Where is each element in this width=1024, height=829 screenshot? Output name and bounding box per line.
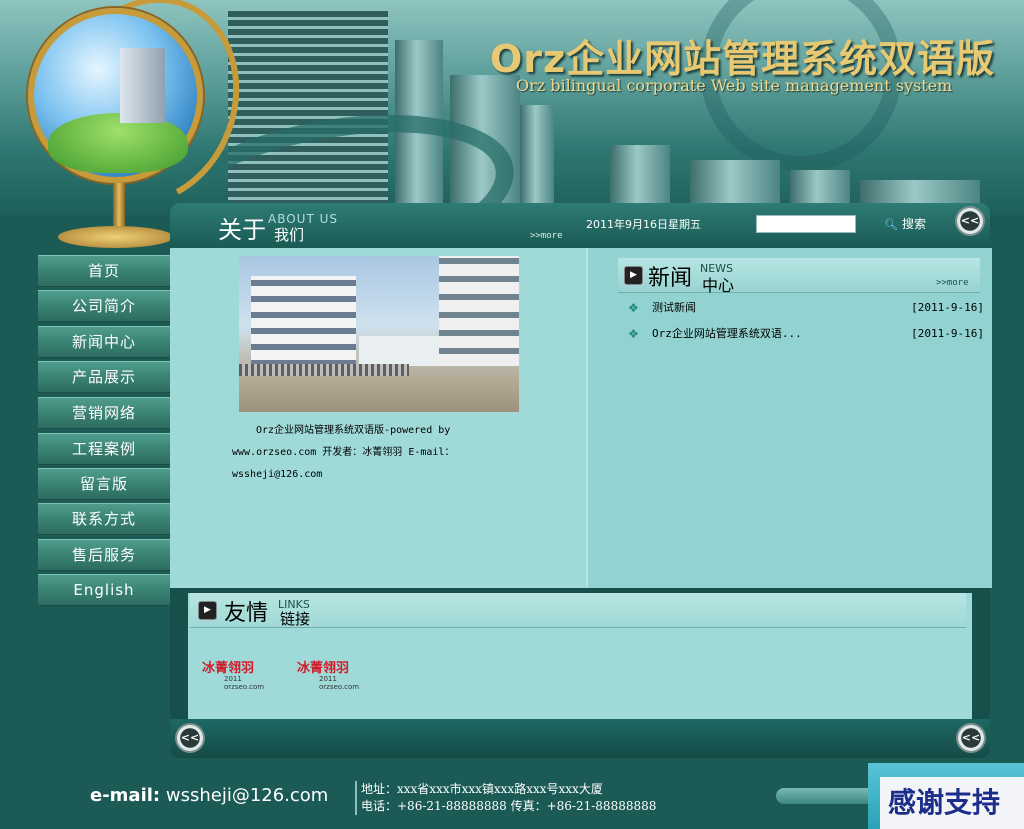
- nav-item-service[interactable]: 售后服务: [38, 538, 170, 571]
- news-item[interactable]: ❖ Orz企业网站管理系统双语... [2011-9-16]: [628, 324, 984, 350]
- search-icon: 🔍︎: [884, 218, 898, 231]
- links-header: ▶ 友情 LINKS 链接: [190, 593, 966, 628]
- about-section: Orz企业网站管理系统双语版-powered by www.orzseo.com…: [170, 248, 586, 588]
- about-text-line: wssheji@126.com: [232, 469, 323, 480]
- panel-bottombar: << <<: [170, 719, 990, 758]
- partner-logo-sub: 2011 orzseo.com: [319, 675, 360, 691]
- globe-building: [120, 48, 165, 123]
- main-panel: 关于 ABOUT US 我们 >>more 2011年9月16日星期五 🔍︎ 搜索…: [170, 203, 992, 758]
- news-header: ▶ 新闻 NEWS 中心 >>more: [618, 258, 980, 295]
- partner-logo-name: 冰菁翎羽: [297, 661, 350, 676]
- search-button-label: 搜索: [901, 217, 926, 231]
- partner-logo-sub: 2011 orzseo.com: [224, 675, 265, 691]
- nav-item-marketing[interactable]: 营销网络: [38, 397, 170, 430]
- about-heading: 关于: [218, 216, 266, 244]
- news-heading: 新闻: [648, 266, 693, 291]
- globe-icon: [28, 8, 203, 183]
- building-image: [520, 105, 554, 215]
- email-address[interactable]: wssheji@126.com: [166, 785, 328, 806]
- diamond-bullet-icon: ❖: [628, 327, 639, 341]
- search-input[interactable]: [756, 215, 856, 233]
- news-item[interactable]: ❖ 测试新闻 [2011-9-16]: [628, 298, 984, 324]
- company-photo: [239, 256, 519, 412]
- nav-item-guestbook[interactable]: 留言版: [38, 467, 170, 500]
- diamond-bullet-icon: ❖: [628, 301, 639, 315]
- nav-item-about[interactable]: 公司简介: [38, 290, 170, 323]
- partner-logo[interactable]: 冰菁翎羽 2011 orzseo.com: [293, 655, 378, 691]
- news-more-link[interactable]: >>more: [936, 278, 969, 288]
- nav-item-home[interactable]: 首页: [38, 255, 170, 287]
- photo-ground: [239, 376, 519, 412]
- links-heading: 友情: [224, 601, 269, 626]
- links-heading-sub: 链接: [280, 610, 311, 628]
- arrow-right-icon: ▶: [198, 601, 217, 620]
- nav-item-products[interactable]: 产品展示: [38, 361, 170, 394]
- nav-item-cases[interactable]: 工程案例: [38, 432, 170, 465]
- globe-stand-base: [58, 226, 173, 248]
- site-title: Orz企业网站管理系统双语版: [490, 37, 996, 81]
- links-section: ▶ 友情 LINKS 链接 冰菁翎羽 2011 orzseo.com 冰菁翎羽 …: [188, 593, 972, 719]
- footer-address: 地址：xxx省xxx市xxx镇xxx路xxx号xxx大厦: [361, 782, 603, 796]
- partner-logo-name: 冰菁翎羽: [202, 661, 255, 676]
- nav-item-english[interactable]: English: [38, 574, 170, 607]
- photo-building: [359, 336, 439, 366]
- news-section: ▶ 新闻 NEWS 中心 >>more ❖ 测试新闻 [2011-9-16] ❖…: [586, 248, 992, 588]
- partner-logo[interactable]: 冰菁翎羽 2011 orzseo.com: [198, 655, 283, 691]
- main-nav: 首页 公司简介 新闻中心 产品展示 营销网络 工程案例 留言版 联系方式 售后服…: [38, 255, 170, 610]
- news-item-title[interactable]: Orz企业网站管理系统双语...: [652, 324, 802, 344]
- search-button[interactable]: 🔍︎ 搜索: [884, 215, 926, 232]
- about-text: Orz企业网站管理系统双语版-powered by www.orzseo.com…: [232, 420, 522, 486]
- news-list: ❖ 测试新闻 [2011-9-16] ❖ Orz企业网站管理系统双语... [2…: [628, 298, 984, 350]
- arrow-right-icon: ▶: [624, 266, 643, 285]
- news-heading-sub: 中心: [702, 276, 735, 295]
- content-area: Orz企业网站管理系统双语版-powered by www.orzseo.com…: [170, 248, 992, 588]
- thanks-text: 感谢支持: [880, 777, 1024, 829]
- nav-item-news[interactable]: 新闻中心: [38, 325, 170, 358]
- photo-building: [251, 276, 356, 376]
- back-button-right[interactable]: <<: [956, 723, 986, 753]
- about-heading-sub: 我们: [274, 226, 305, 244]
- about-text-line: Orz企业网站管理系统双语版-powered by: [256, 425, 451, 436]
- thanks-banner[interactable]: 感谢支持: [868, 763, 1024, 829]
- photo-gate: [239, 364, 409, 376]
- globe-land: [48, 113, 188, 173]
- email-label: e-mail:: [90, 785, 161, 806]
- nav-item-contact[interactable]: 联系方式: [38, 503, 170, 536]
- footer-phone: 电话：+86-21-88888888 传真：+86-21-88888888: [361, 799, 657, 813]
- news-item-date: [2011-9-16]: [911, 301, 984, 314]
- footer-email: e-mail: wssheji@126.com: [90, 785, 328, 806]
- news-item-date: [2011-9-16]: [911, 327, 984, 340]
- collapse-button[interactable]: <<: [955, 206, 985, 236]
- about-more-link[interactable]: >>more: [530, 231, 563, 241]
- panel-topbar: 关于 ABOUT US 我们 >>more 2011年9月16日星期五 🔍︎ 搜索…: [170, 203, 990, 248]
- footer-contact: 地址：xxx省xxx市xxx镇xxx路xxx号xxx大厦 电话：+86-21-8…: [355, 781, 656, 815]
- site-subtitle: Orz bilingual corporate Web site managem…: [516, 76, 953, 95]
- photo-building: [439, 256, 519, 366]
- globe-stand-pole: [113, 183, 125, 228]
- about-text-line: www.orzseo.com 开发者：冰菁翎羽 E-mail：: [232, 447, 455, 458]
- news-item-title[interactable]: 测试新闻: [652, 298, 696, 318]
- current-date: 2011年9月16日星期五: [586, 218, 701, 231]
- back-button-left[interactable]: <<: [175, 723, 205, 753]
